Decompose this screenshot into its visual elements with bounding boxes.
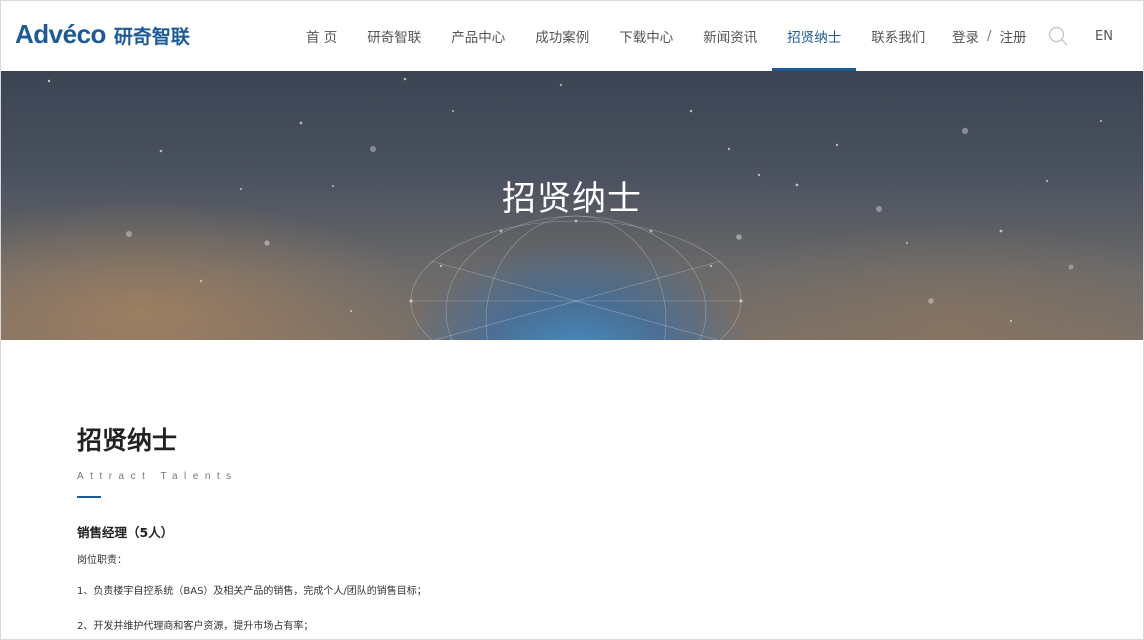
nav-products[interactable]: 产品中心 <box>436 1 520 71</box>
logo[interactable]: Advéco 研奇智联 <box>15 19 190 50</box>
hero-banner: 招贤纳士 <box>1 71 1143 340</box>
nav-contact[interactable]: 联系我们 <box>856 1 940 71</box>
nav-about[interactable]: 研奇智联 <box>352 1 436 71</box>
banner-title: 招贤纳士 <box>502 179 642 219</box>
careers-content: 招贤纳士 Attract Talents 销售经理（5人） 岗位职责： 1、负责… <box>77 421 1077 632</box>
search-icon[interactable] <box>1047 25 1069 47</box>
login-link[interactable]: 登录 <box>952 26 979 46</box>
accent-divider <box>77 496 101 498</box>
nav-home[interactable]: 首 页 <box>291 1 352 71</box>
nav-downloads[interactable]: 下载中心 <box>604 1 688 71</box>
auth-links: 登录 / 注册 <box>952 1 1027 71</box>
nav-news[interactable]: 新闻资讯 <box>688 1 772 71</box>
register-link[interactable]: 注册 <box>1000 26 1027 46</box>
main-nav: 首 页 研奇智联 产品中心 成功案例 下载中心 新闻资讯 招贤纳士 联系我们 <box>291 1 940 71</box>
language-switch[interactable]: EN <box>1095 1 1113 71</box>
section-subtitle: Attract Talents <box>77 471 238 482</box>
section-title: 招贤纳士 <box>77 426 178 455</box>
job-duty-item: 1、负责楼宇自控系统（BAS）及相关产品的销售，完成个人/团队的销售目标； <box>77 586 427 597</box>
nav-cases[interactable]: 成功案例 <box>520 1 604 71</box>
job-title: 销售经理（5人） <box>77 525 174 540</box>
job-duties-label: 岗位职责： <box>77 555 127 566</box>
auth-separator: / <box>987 28 992 44</box>
site-header: Advéco 研奇智联 首 页 研奇智联 产品中心 成功案例 下载中心 新闻资讯… <box>1 1 1143 71</box>
nav-careers[interactable]: 招贤纳士 <box>772 1 857 71</box>
page: Advéco 研奇智联 首 页 研奇智联 产品中心 成功案例 下载中心 新闻资讯… <box>0 0 1144 640</box>
logo-cn: 研奇智联 <box>113 26 190 48</box>
logo-en: Advéco <box>15 19 106 49</box>
job-duty-item: 2、开发并维护代理商和客户资源，提升市场占有率； <box>77 621 314 632</box>
